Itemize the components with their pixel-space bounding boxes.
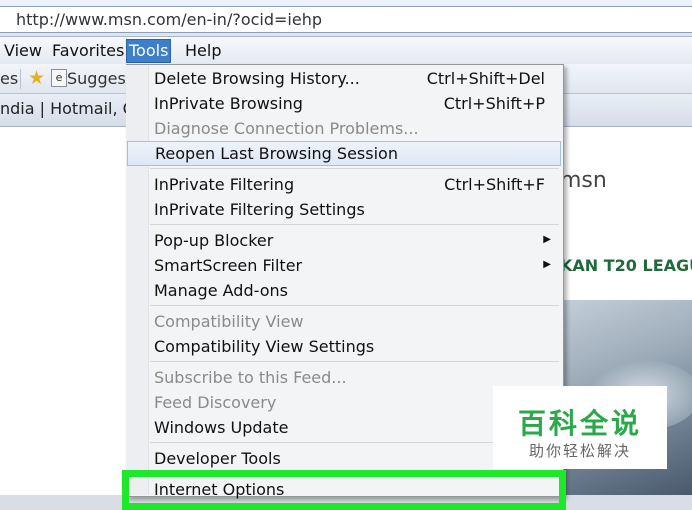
webslice-icon: e — [51, 69, 67, 87]
menu-tools[interactable]: Tools — [126, 39, 172, 63]
url-text: http://www.msn.com/en-in/?ocid=iehp — [16, 10, 323, 29]
menu-item-delete-browsing-history[interactable]: Delete Browsing History... Ctrl+Shift+De… — [127, 66, 559, 91]
menu-item-shortcut: Ctrl+Shift+P — [443, 94, 545, 113]
menu-separator — [150, 361, 559, 362]
menu-item-label: InPrivate Browsing — [154, 94, 303, 113]
menu-separator — [150, 305, 559, 306]
submenu-arrow-icon: ▶ — [543, 259, 551, 270]
menu-item-reopen-last-session[interactable]: Reopen Last Browsing Session — [127, 141, 561, 166]
menu-item-shortcut: Ctrl+Shift+F — [444, 175, 545, 194]
menu-item-popup-blocker[interactable]: Pop-up Blocker ▶ — [127, 228, 559, 253]
menu-item-manage-addons[interactable]: Manage Add-ons — [127, 278, 559, 303]
watermark: 百科全说 助你轻松解决 — [493, 386, 667, 469]
msn-logo[interactable]: msn — [560, 168, 607, 193]
suggested-sites-link[interactable]: Sugges — [67, 69, 126, 88]
menu-item-smartscreen-filter[interactable]: SmartScreen Filter ▶ — [127, 253, 559, 278]
watermark-subtitle: 助你轻松解决 — [528, 442, 631, 460]
separator — [20, 69, 21, 89]
menu-help[interactable]: Help — [183, 40, 223, 62]
favorites-star-icon[interactable]: ★ — [28, 67, 45, 89]
menu-item-inprivate-filtering-settings[interactable]: InPrivate Filtering Settings — [127, 197, 559, 222]
url-field[interactable]: http://www.msn.com/en-in/?ocid=iehp — [0, 6, 692, 33]
menu-item-label: Delete Browsing History... — [154, 69, 360, 88]
menu-item-label: SmartScreen Filter — [154, 256, 303, 275]
menu-item-diagnose-connection: Diagnose Connection Problems... — [127, 116, 559, 141]
menu-item-label: Reopen Last Browsing Session — [155, 144, 398, 163]
menu-item-label: Diagnose Connection Problems... — [154, 119, 419, 138]
menu-item-label: Windows Update — [154, 418, 289, 437]
submenu-arrow-icon: ▶ — [543, 234, 551, 245]
menu-item-inprivate-browsing[interactable]: InPrivate Browsing Ctrl+Shift+P — [127, 91, 559, 116]
news-headline[interactable]: KAN T20 LEAGUE — [560, 256, 692, 275]
menu-item-label: Subscribe to this Feed... — [154, 368, 347, 387]
menu-item-label: Compatibility View Settings — [154, 337, 375, 356]
menu-item-label: Manage Add-ons — [154, 281, 288, 300]
address-bar: http://www.msn.com/en-in/?ocid=iehp — [0, 0, 692, 37]
menu-item-label: InPrivate Filtering — [154, 175, 295, 194]
menu-item-inprivate-filtering[interactable]: InPrivate Filtering Ctrl+Shift+F — [127, 172, 559, 197]
menu-item-compatibility-view-settings[interactable]: Compatibility View Settings — [127, 334, 559, 359]
menu-item-shortcut: Ctrl+Shift+Del — [426, 69, 545, 88]
tab-title[interactable]: ndia | Hotmail, Ou — [0, 99, 145, 118]
menu-item-label: InPrivate Filtering Settings — [154, 200, 365, 219]
menu-item-compatibility-view: Compatibility View — [127, 309, 559, 334]
menu-bar: View Favorites Tools Help — [0, 37, 692, 64]
highlight-box — [122, 470, 566, 510]
menu-item-label: Developer Tools — [154, 449, 281, 468]
menu-item-label: Compatibility View — [154, 312, 304, 331]
menu-view[interactable]: View — [2, 40, 44, 62]
favorites-fragment[interactable]: es — [0, 69, 18, 88]
menu-separator — [150, 168, 559, 169]
watermark-title: 百科全说 — [517, 407, 642, 440]
menu-item-label: Pop-up Blocker — [154, 231, 274, 250]
menu-separator — [150, 224, 559, 225]
menu-item-label: Feed Discovery — [154, 393, 277, 412]
menu-favorites[interactable]: Favorites — [50, 40, 126, 62]
